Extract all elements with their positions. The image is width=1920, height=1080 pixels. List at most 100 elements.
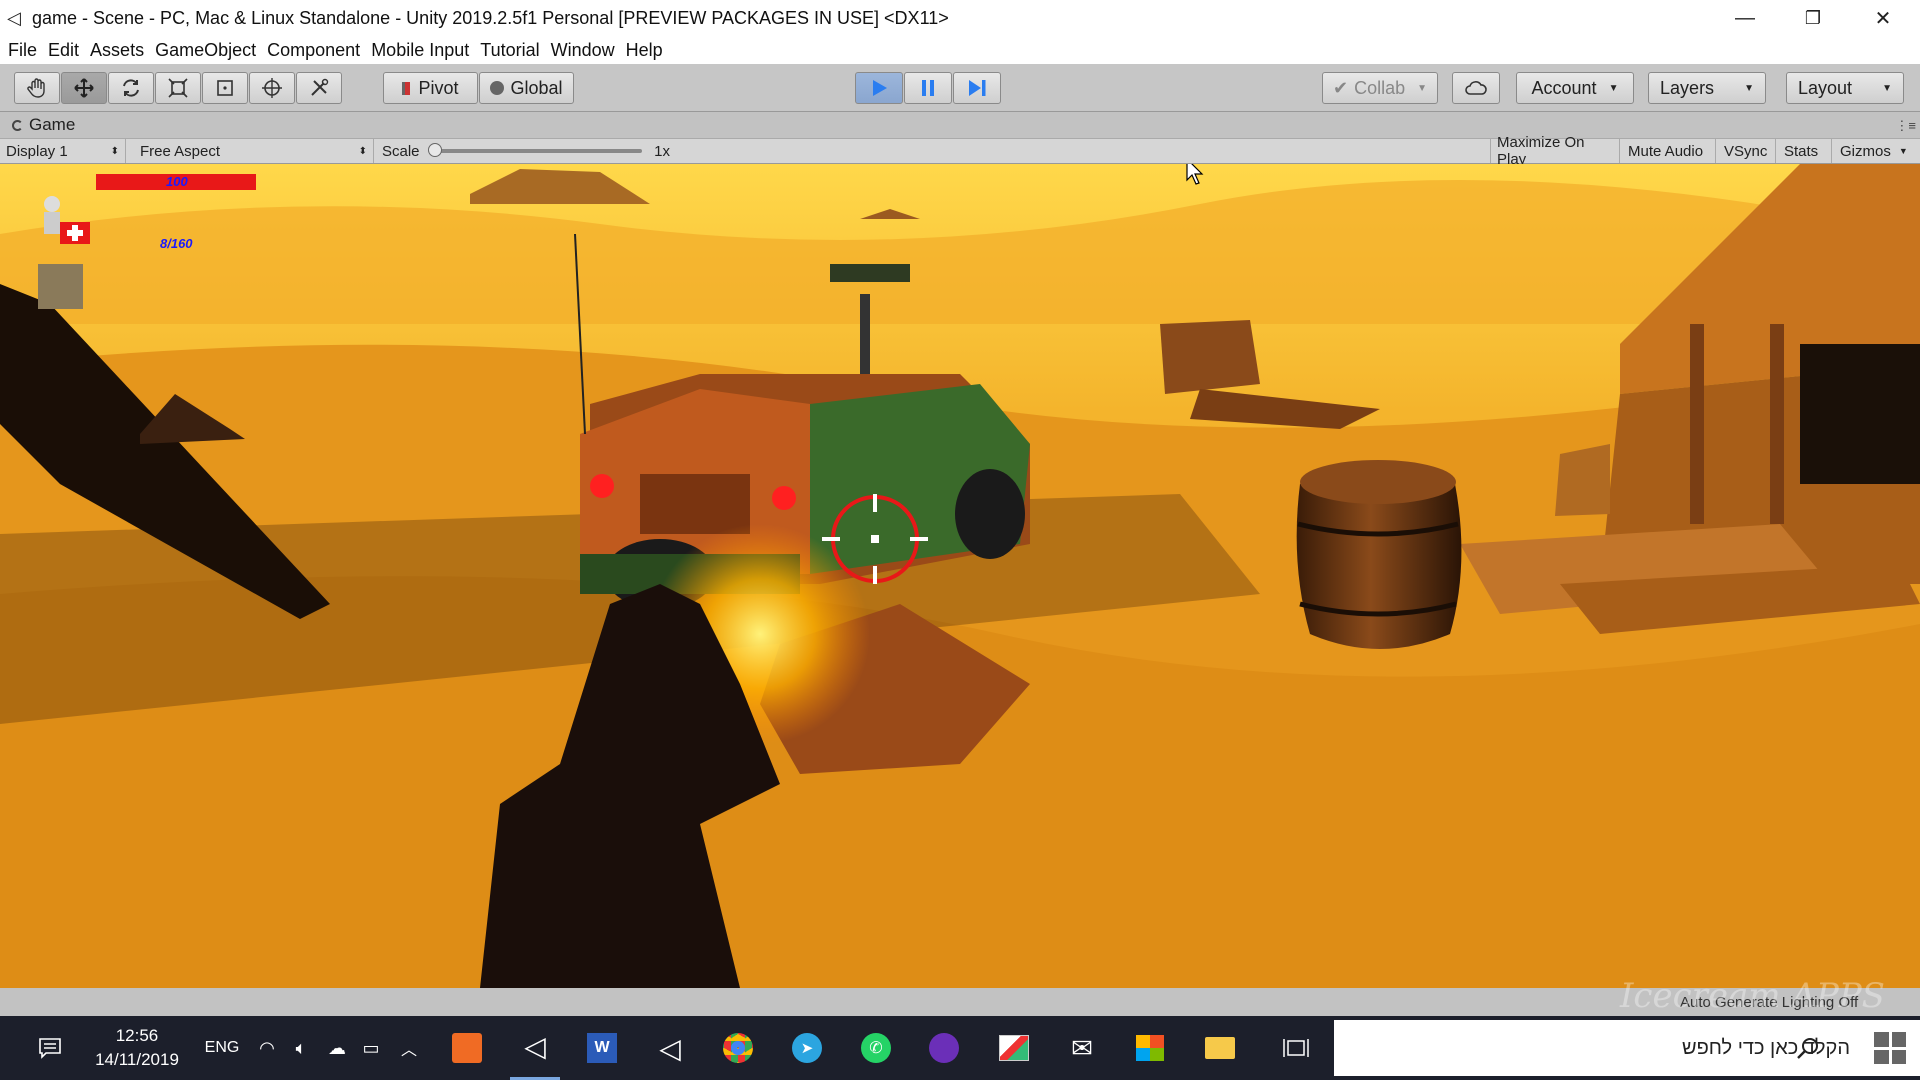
- menu-gameobject[interactable]: GameObject: [155, 40, 256, 61]
- health-bar: 100: [96, 174, 256, 190]
- volume-icon[interactable]: 🔈︎: [286, 1016, 316, 1080]
- menu-assets[interactable]: Assets: [90, 40, 144, 61]
- word-app-icon: W: [587, 1033, 617, 1063]
- step-button[interactable]: [953, 72, 1001, 104]
- display-dropdown[interactable]: Display 1 ⬍: [0, 139, 126, 163]
- pause-button[interactable]: [904, 72, 952, 104]
- whatsapp-app[interactable]: ✆: [854, 1016, 898, 1080]
- wifi-icon[interactable]: ◠: [252, 1016, 282, 1080]
- move-tool-button[interactable]: [61, 72, 107, 104]
- scale-icon: [168, 78, 188, 98]
- custom-tool-button[interactable]: [296, 72, 342, 104]
- account-label: Account: [1531, 77, 1597, 98]
- global-button[interactable]: Global: [479, 72, 574, 104]
- unity-logo-icon: ◁: [7, 7, 21, 28]
- vsync-toggle[interactable]: VSync: [1718, 139, 1776, 163]
- pivot-button[interactable]: Pivot: [383, 72, 478, 104]
- chrome-app-icon: [723, 1033, 753, 1063]
- menu-edit[interactable]: Edit: [48, 40, 79, 61]
- clock[interactable]: 12:56 14/11/2019: [82, 1016, 192, 1080]
- unity-app-icon: ◁: [524, 1031, 546, 1062]
- play-icon: [873, 80, 887, 96]
- menu-window[interactable]: Window: [551, 40, 615, 61]
- scale-slider-thumb[interactable]: [427, 143, 442, 157]
- rotate-tool-button[interactable]: [108, 72, 154, 104]
- game-viewport[interactable]: 100 8/160: [0, 164, 1920, 988]
- battery-icon[interactable]: ▭: [356, 1016, 386, 1080]
- tab-game[interactable]: Game: [0, 112, 83, 138]
- collab-dropdown[interactable]: ✔ Collab ▼: [1322, 72, 1438, 104]
- explorer-app[interactable]: [1198, 1016, 1242, 1080]
- language-indicator[interactable]: ENG: [200, 1016, 244, 1080]
- scale-tool-button[interactable]: [155, 72, 201, 104]
- mute-label: Mute Audio: [1628, 142, 1704, 160]
- gizmos-label: Gizmos: [1840, 142, 1891, 160]
- telegram-app[interactable]: ➤: [785, 1016, 829, 1080]
- unity-hub-app[interactable]: ◁: [648, 1016, 692, 1080]
- rect-tool-button[interactable]: [202, 72, 248, 104]
- windows-logo-icon: [1874, 1032, 1889, 1047]
- task-view-button[interactable]: [1276, 1016, 1316, 1080]
- chrome-app[interactable]: [716, 1016, 760, 1080]
- aspect-dropdown[interactable]: Free Aspect ⬍: [134, 139, 374, 163]
- maximize-label: Maximize On Play: [1497, 134, 1585, 168]
- search-box[interactable]: הקלד כאן כדי לחפש: [1334, 1020, 1920, 1076]
- start-button[interactable]: [1874, 1032, 1906, 1064]
- vsync-label: VSync: [1724, 142, 1768, 160]
- search-icon: [1797, 1038, 1818, 1059]
- taskbar: 12:56 14/11/2019 ENG ◠ 🔈︎ ☁︎ ▭ ︿ ◁ W ◁ ➤…: [0, 1016, 1920, 1080]
- menu-bar: File Edit Assets GameObject Component Mo…: [0, 36, 1920, 64]
- maximize-on-play-toggle[interactable]: Maximize On Play: [1490, 134, 1620, 168]
- game-scene: [0, 164, 1920, 988]
- store-app-icon: [1136, 1035, 1164, 1061]
- store-app[interactable]: [1128, 1016, 1172, 1080]
- tray-chevron-up-icon[interactable]: ︿: [396, 1016, 422, 1080]
- search-placeholder: הקלד כאן כדי לחפש: [1681, 1036, 1850, 1059]
- podcast-app-icon: [929, 1033, 959, 1063]
- chevron-down-icon: ▼: [1608, 82, 1619, 94]
- rotate-icon: [123, 79, 139, 97]
- ammo-counter: 8/160: [160, 236, 193, 251]
- scale-slider[interactable]: [427, 143, 643, 157]
- chevron-down-icon: ▼: [1898, 146, 1908, 156]
- language-label: ENG: [204, 1039, 240, 1056]
- pause-icon: [922, 80, 934, 96]
- onedrive-icon[interactable]: ☁︎: [322, 1016, 352, 1080]
- stats-toggle[interactable]: Stats: [1778, 139, 1832, 163]
- menu-mobile-input[interactable]: Mobile Input: [371, 40, 469, 61]
- mail-app-icon: ✉: [1071, 1032, 1093, 1063]
- hand-icon: [27, 78, 45, 98]
- menu-component[interactable]: Component: [267, 40, 360, 61]
- restore-button[interactable]: ❐: [1778, 0, 1848, 36]
- recorder-app[interactable]: [445, 1016, 489, 1080]
- podcast-app[interactable]: [922, 1016, 966, 1080]
- medkit-icon: [60, 222, 90, 244]
- transform-tool-button[interactable]: [249, 72, 295, 104]
- layout-dropdown[interactable]: Layout ▼: [1786, 72, 1904, 104]
- gizmos-dropdown[interactable]: Gizmos ▼: [1834, 139, 1920, 163]
- menu-file[interactable]: File: [8, 40, 37, 61]
- panel-menu-icon[interactable]: ⋮≡: [1895, 118, 1916, 134]
- wooden-barrel: [1296, 460, 1462, 649]
- hand-tool-button[interactable]: [14, 72, 60, 104]
- mouse-cursor-icon: [1186, 164, 1204, 185]
- close-button[interactable]: ✕: [1848, 0, 1918, 36]
- layers-dropdown[interactable]: Layers ▼: [1648, 72, 1766, 104]
- word-app[interactable]: W: [580, 1016, 624, 1080]
- menu-help[interactable]: Help: [626, 40, 663, 61]
- paint-app[interactable]: [992, 1016, 1036, 1080]
- mail-app[interactable]: ✉: [1060, 1016, 1104, 1080]
- cloud-button[interactable]: [1452, 72, 1500, 104]
- minimize-button[interactable]: —: [1710, 0, 1780, 36]
- player-avatar-icon: [44, 196, 60, 234]
- mute-audio-toggle[interactable]: Mute Audio: [1622, 139, 1716, 163]
- play-button[interactable]: [855, 72, 903, 104]
- unity-app[interactable]: ◁: [510, 1016, 560, 1080]
- rect-transform-icon: [217, 80, 233, 96]
- paint-app-icon: [999, 1035, 1029, 1061]
- updown-icon: ⬍: [110, 145, 119, 157]
- clock-date: 14/11/2019: [95, 1050, 179, 1069]
- menu-tutorial[interactable]: Tutorial: [480, 40, 539, 61]
- account-dropdown[interactable]: Account ▼: [1516, 72, 1634, 104]
- notifications-button[interactable]: [30, 1016, 70, 1080]
